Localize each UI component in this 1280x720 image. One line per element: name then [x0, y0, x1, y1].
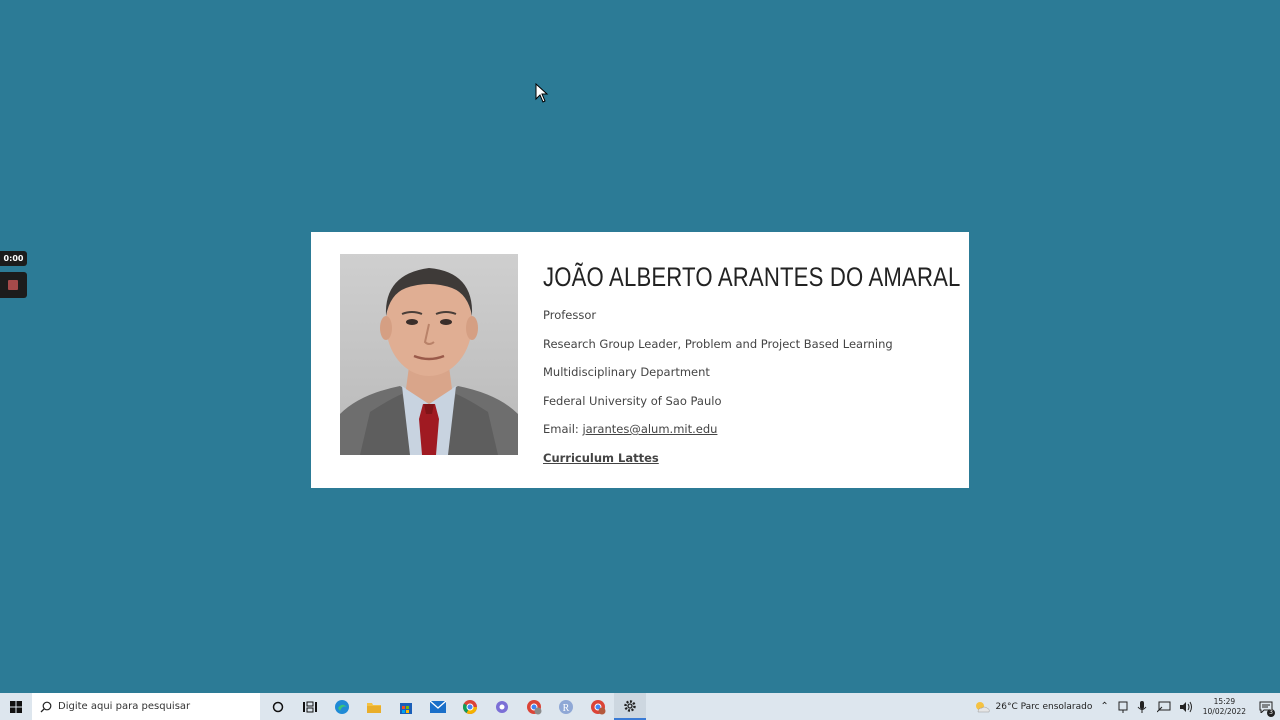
chrome-button[interactable] — [454, 693, 486, 720]
clock-time: 15:29 — [1213, 696, 1236, 706]
mouse-cursor-icon — [535, 83, 549, 103]
profile-photo — [340, 254, 518, 455]
r-button[interactable]: R — [550, 693, 582, 720]
edge-icon — [335, 699, 349, 714]
chrome-profile-icon — [527, 699, 542, 714]
chrome-icon — [462, 699, 477, 714]
cortana-icon — [272, 701, 284, 712]
mail-icon — [430, 700, 446, 713]
svg-text:R: R — [563, 703, 570, 714]
r-icon: R — [559, 699, 573, 714]
email-label: Email: — [543, 422, 583, 436]
profile-email-row: Email: jarantes@alum.mit.edu — [543, 422, 943, 451]
curriculum-lattes-link[interactable]: Curriculum Lattes — [543, 451, 659, 465]
volume-icon[interactable] — [1179, 701, 1193, 713]
windows-icon — [10, 700, 22, 713]
clock-date: 10/02/2022 — [1202, 706, 1246, 716]
cortana-button[interactable] — [262, 693, 294, 720]
display-icon[interactable] — [1156, 701, 1171, 713]
profile-title: Professor — [543, 308, 597, 322]
profile-name: JOÃO ALBERTO ARANTES DO AMARAL — [543, 262, 961, 292]
recording-timer: 0:00 — [0, 251, 27, 266]
chrome-profile-2-icon — [591, 699, 606, 714]
email-link[interactable]: jarantes@alum.mit.edu — [582, 422, 717, 436]
mail-button[interactable] — [422, 693, 454, 720]
search-placeholder: Digite aqui para pesquisar — [58, 701, 191, 712]
task-view-icon — [303, 701, 317, 712]
notification-count-badge: 3 — [1267, 709, 1275, 717]
gear-icon — [624, 699, 636, 712]
settings-button[interactable] — [614, 693, 646, 720]
desktop: 0:00 JOÃO ALBERTO ARANTES DO AMARAL Prof… — [0, 0, 1280, 693]
search-icon — [40, 701, 52, 712]
chevron-up-icon[interactable]: ⌃ — [1100, 701, 1108, 712]
weather-text[interactable]: 26°C Parc ensolarado — [996, 702, 1093, 712]
profile-info: JOÃO ALBERTO ARANTES DO AMARAL Professor… — [543, 260, 961, 479]
app-button[interactable] — [486, 693, 518, 720]
weather-icon — [975, 701, 990, 712]
store-button[interactable] — [390, 693, 422, 720]
network-adapter-icon[interactable] — [1117, 701, 1129, 713]
start-button[interactable] — [0, 693, 32, 720]
stop-icon — [8, 280, 18, 290]
task-view-button[interactable] — [294, 693, 326, 720]
store-icon — [400, 702, 412, 714]
star-app-icon — [496, 700, 508, 713]
taskbar: Digite aqui para pesquisar R 26°C Parc e — [0, 693, 1280, 720]
stop-recording-button[interactable] — [0, 272, 27, 298]
microphone-icon[interactable] — [1137, 700, 1147, 713]
profile-role: Research Group Leader, Problem and Proje… — [543, 336, 893, 351]
edge-button[interactable] — [326, 693, 358, 720]
file-explorer-button[interactable] — [358, 693, 390, 720]
chrome-profile-2-button[interactable] — [582, 693, 614, 720]
system-tray: 26°C Parc ensolarado ⌃ 15:29 10/02/2022 … — [974, 693, 1280, 720]
clock[interactable]: 15:29 10/02/2022 — [1203, 697, 1246, 717]
folder-icon — [367, 702, 381, 713]
chrome-profile-button[interactable] — [518, 693, 550, 720]
profile-card: JOÃO ALBERTO ARANTES DO AMARAL Professor… — [311, 232, 969, 488]
notifications-button[interactable]: 3 — [1256, 693, 1276, 720]
profile-department: Multidisciplinary Department — [543, 365, 710, 379]
taskbar-search[interactable]: Digite aqui para pesquisar — [32, 693, 260, 720]
profile-university: Federal University of Sao Paulo — [543, 393, 722, 408]
